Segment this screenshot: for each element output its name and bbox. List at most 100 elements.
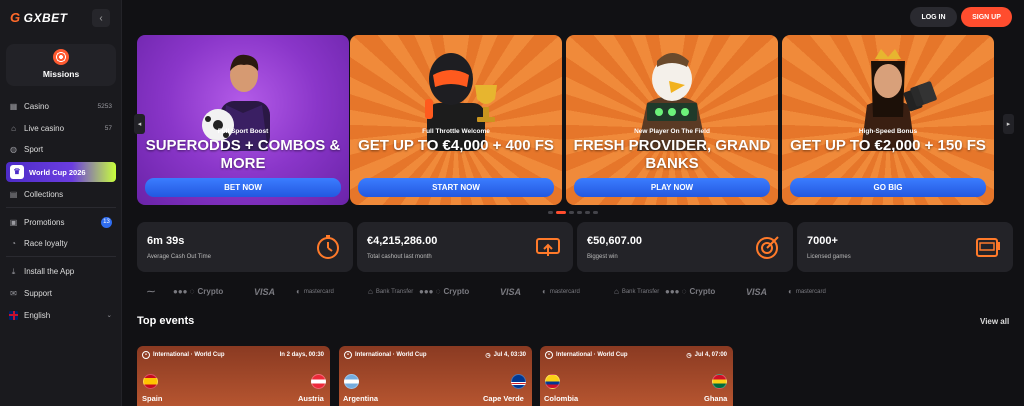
chevron-left-icon: ‹: [99, 12, 103, 24]
bet-now-button[interactable]: BET NOW: [145, 178, 341, 197]
sidebar-item-support[interactable]: ✉ Support: [0, 283, 122, 303]
sidebar-item-casino[interactable]: ▦ Casino 5253: [0, 96, 122, 116]
football-icon: •: [344, 351, 352, 359]
flag-argentina-icon: [344, 374, 359, 389]
stat-card: €4,215,286.00 Total cashout last month: [357, 222, 573, 272]
stat-label: Total cashout last month: [367, 254, 432, 260]
missions-button[interactable]: Missions: [6, 44, 116, 86]
payment-mastercard: ◐ mastercard: [788, 287, 826, 296]
chevron-down-icon: ⌄: [106, 312, 112, 319]
carousel-dot[interactable]: [593, 211, 598, 214]
logo-icon: G: [10, 10, 21, 25]
clock-icon: ◷: [686, 352, 692, 359]
target-icon: [53, 49, 69, 65]
login-button[interactable]: LOG IN: [910, 7, 957, 27]
live-casino-icon: ⌂: [11, 123, 16, 133]
collapse-sidebar-button[interactable]: ‹: [92, 9, 110, 27]
start-now-button[interactable]: START NOW: [358, 178, 554, 197]
payment-bank: ⌂ Bank Transfer: [368, 287, 414, 296]
support-icon: ✉: [10, 288, 17, 298]
sidebar-item-label: Install the App: [24, 266, 75, 276]
carousel-pagination: [548, 211, 598, 214]
language-label: English: [24, 310, 51, 320]
event-time: In 2 days, 00:30: [279, 352, 324, 358]
section-title: Top events: [137, 315, 195, 327]
sidebar-item-label: Race loyalty: [24, 238, 68, 248]
football-icon: •: [545, 351, 553, 359]
carousel-dot[interactable]: [548, 211, 553, 214]
sidebar-item-sport[interactable]: ◍ Sport: [0, 139, 122, 159]
sidebar-item-install-app[interactable]: ⤓ Install the App: [0, 261, 122, 281]
clock-icon: ◷: [485, 352, 491, 359]
gift-icon: ▣: [9, 217, 18, 227]
away-team: Ghana: [704, 394, 728, 403]
banner-subtitle: New Player On The Field: [634, 128, 710, 135]
promo-banner[interactable]: Full Sport Boost SUPERODDS + COMBOS & MO…: [137, 35, 349, 205]
banner-subtitle: High-Speed Bonus: [858, 128, 918, 135]
promotions-badge: 13: [101, 216, 112, 228]
stat-card: 7000+ Licensed games: [797, 222, 1013, 272]
play-now-button[interactable]: PLAY NOW: [574, 178, 770, 197]
sidebar-item-promotions[interactable]: ▣ Promotions 13: [0, 212, 122, 232]
event-league: International · World Cup: [355, 352, 427, 358]
stat-label: Biggest win: [587, 254, 618, 260]
logo[interactable]: G GXBET: [10, 10, 67, 25]
carousel-dot[interactable]: [585, 211, 590, 214]
stat-card: 6m 39s Average Cash Out Time: [137, 222, 353, 272]
payment-visa: VISA: [500, 287, 522, 297]
payment-visa: VISA: [254, 287, 276, 297]
sidebar: G GXBET ‹ Missions ▦ Casino 5253 ⌂ Live …: [0, 0, 122, 406]
carousel-prev-button[interactable]: ◂: [134, 114, 145, 134]
bank-icon: ⌂: [614, 287, 619, 296]
home-team: Colombia: [544, 394, 579, 403]
view-all-link[interactable]: View all: [980, 317, 1009, 326]
sidebar-item-collections[interactable]: ▤ Collections: [0, 184, 122, 204]
sidebar-item-live-casino[interactable]: ⌂ Live casino 57: [0, 118, 122, 138]
promo-banner[interactable]: High-Speed Bonus GET UP TO €2,000 + 150 …: [782, 35, 994, 205]
banner-subtitle: Full Sport Boost: [217, 128, 269, 135]
carousel-dot[interactable]: [569, 211, 574, 214]
trophy-icon: ♛: [10, 165, 24, 179]
mastercard-icon: ◐: [542, 287, 547, 296]
carousel-dot-active[interactable]: [556, 211, 566, 214]
bank-icon: ⌂: [368, 287, 373, 296]
sidebar-item-count: 5253: [97, 102, 112, 110]
payment-crypto: ●●● ◌ Crypto: [419, 287, 470, 296]
stat-value: 6m 39s: [147, 235, 185, 247]
payment-visa: VISA: [746, 287, 768, 297]
go-big-button[interactable]: GO BIG: [790, 178, 986, 197]
carousel-next-button[interactable]: ▸: [1003, 114, 1014, 134]
event-header: • International · World Cup In 2 days, 0…: [142, 350, 324, 360]
flag-uk-icon: [9, 310, 18, 320]
casino-icon: ▦: [9, 101, 18, 111]
bitcoin-icon: ⁓: [147, 287, 155, 296]
payment-crypto: ●●● ◌ Crypto: [173, 287, 224, 296]
event-time: Jul 4, 07:00: [694, 352, 727, 358]
mastercard-icon: ◐: [788, 287, 793, 296]
event-header: • International · World Cup ◷ Jul 4, 03:3…: [344, 350, 526, 360]
flag-ghana-icon: [712, 374, 727, 389]
stat-card: €50,607.00 Biggest win: [577, 222, 793, 272]
banner-title: FRESH PROVIDER, GRAND BANKS: [573, 137, 771, 172]
crypto-icon: ●●● ◌: [173, 287, 195, 296]
carousel-dot[interactable]: [577, 211, 582, 214]
collections-icon: ▤: [9, 189, 18, 199]
crypto-icon: ●●● ◌: [419, 287, 441, 296]
promo-banner[interactable]: New Player On The Field FRESH PROVIDER, …: [566, 35, 778, 205]
stat-value: €4,215,286.00: [367, 235, 438, 247]
banner-title: SUPERODDS + COMBOS & MORE: [145, 137, 341, 172]
signup-button[interactable]: SIGN UP: [961, 7, 1012, 27]
sidebar-item-label: Promotions: [24, 217, 65, 227]
language-selector[interactable]: English ⌄: [0, 305, 122, 325]
sidebar-item-label: Collections: [24, 189, 64, 199]
event-header: • International · World Cup ◷ Jul 4, 07:0…: [545, 350, 727, 360]
payment-bank: ⌂ Bank Transfer: [614, 287, 660, 296]
sidebar-item-race-loyalty[interactable]: ◔ Race loyalty: [0, 233, 122, 253]
event-time: Jul 4, 03:30: [493, 352, 526, 358]
home-team: Spain: [142, 394, 163, 403]
sidebar-item-world-cup[interactable]: ♛ World Cup 2026: [6, 162, 116, 182]
banner-subtitle: Full Throttle Welcome: [422, 128, 490, 135]
flag-colombia-icon: [545, 374, 560, 389]
promo-banner[interactable]: Full Throttle Welcome GET UP TO €4,000 +…: [350, 35, 562, 205]
logo-text: GXBET: [23, 10, 68, 25]
